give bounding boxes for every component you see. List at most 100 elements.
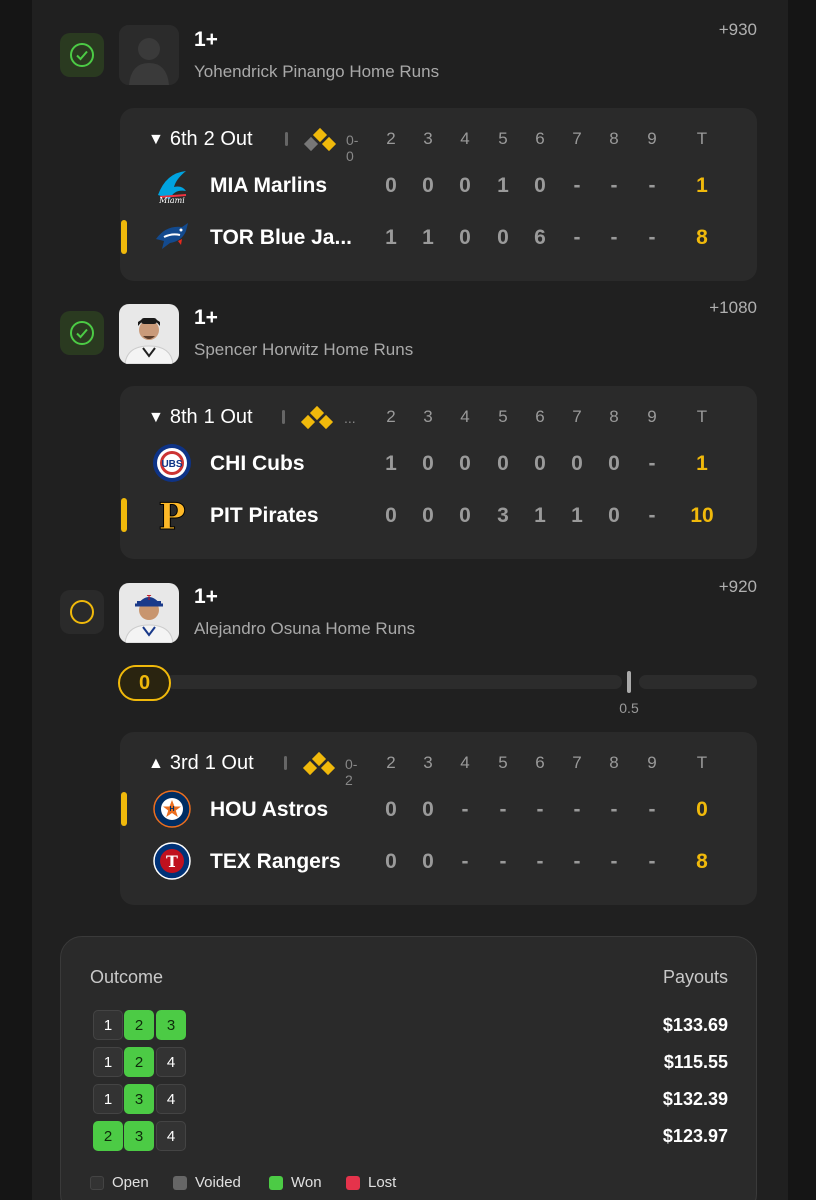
payout-summary-card: Outcome Payouts 1 2 3 $133.69 1 2 4 $115… bbox=[60, 936, 757, 1200]
bases-diamond-icon bbox=[300, 405, 334, 430]
team-total: 1 bbox=[696, 452, 708, 475]
won-status-badge bbox=[60, 311, 104, 355]
bases-diamond-icon bbox=[302, 751, 336, 776]
outs-label: 2 Out bbox=[203, 128, 253, 150]
inning-score: 1 bbox=[534, 504, 546, 527]
inning-score: 0 bbox=[422, 174, 434, 197]
legend-open-swatch bbox=[90, 1176, 104, 1190]
legend-won-label: Won bbox=[291, 1174, 322, 1191]
inning-score: 0 bbox=[608, 504, 620, 527]
pick-odds: +920 bbox=[718, 577, 757, 596]
outs-label: 1 Out bbox=[204, 752, 254, 774]
svg-text:H: H bbox=[169, 806, 174, 813]
team-name: MIA Marlins bbox=[210, 174, 328, 197]
inning-score: - bbox=[536, 850, 544, 873]
legend-won-swatch bbox=[269, 1176, 283, 1190]
inning-header: 2 bbox=[386, 407, 396, 426]
inning-score: - bbox=[499, 850, 507, 873]
legend-voided-swatch bbox=[173, 1176, 187, 1190]
inning-label: 8th bbox=[169, 406, 198, 428]
game-scoreboard-card[interactable]: ▼ 6th 2 Out 0-0 2 3 4 5 6 7 8 9 T Miami … bbox=[120, 108, 757, 281]
inning-label: 6th bbox=[169, 128, 198, 150]
pirates-logo-icon: P bbox=[152, 495, 192, 536]
outcome-leg-won: 3 bbox=[156, 1010, 186, 1040]
player-photo-icon bbox=[119, 304, 179, 364]
divider bbox=[284, 756, 287, 770]
inning-score: 0 bbox=[534, 452, 546, 475]
svg-text:T: T bbox=[147, 595, 152, 602]
inning-header: 6 bbox=[535, 129, 545, 148]
inning-score: 0 bbox=[422, 452, 434, 475]
team-total: 0 bbox=[696, 798, 708, 821]
outcome-leg-won: 2 bbox=[124, 1010, 154, 1040]
inning-score: - bbox=[648, 452, 656, 475]
inning-score: 0 bbox=[422, 504, 434, 527]
person-silhouette-icon bbox=[119, 25, 179, 85]
outcome-leg-won: 2 bbox=[124, 1047, 154, 1077]
payouts-header: Payouts bbox=[662, 967, 728, 987]
outcome-leg-open: 4 bbox=[156, 1084, 186, 1114]
svg-text:UBS: UBS bbox=[161, 459, 182, 470]
inning-header: 6 bbox=[535, 407, 545, 426]
pick-line: 1+ bbox=[194, 585, 218, 608]
inning-score: - bbox=[610, 798, 618, 821]
inning-header: 6 bbox=[535, 753, 545, 772]
legend-lost-swatch bbox=[346, 1176, 360, 1190]
inning-score: - bbox=[461, 850, 469, 873]
inning-score: 1 bbox=[571, 504, 583, 527]
inning-score: 0 bbox=[385, 798, 397, 821]
inning-score: 0 bbox=[385, 174, 397, 197]
team-total: 8 bbox=[696, 850, 708, 873]
inning-score: 0 bbox=[422, 798, 434, 821]
inning-score: 0 bbox=[571, 452, 583, 475]
inning-header: 2 bbox=[386, 129, 396, 148]
inning-header: 7 bbox=[572, 129, 582, 148]
team-name: TEX Rangers bbox=[210, 850, 341, 873]
game-scoreboard-card[interactable]: ▲ 3rd 1 Out 0-2 2 3 4 5 6 7 8 9 T H HOU … bbox=[120, 732, 757, 905]
inning-score: - bbox=[610, 850, 618, 873]
inning-score: - bbox=[610, 226, 618, 249]
player-avatar bbox=[119, 25, 179, 85]
inning-score: 1 bbox=[422, 226, 434, 249]
svg-text:P: P bbox=[158, 496, 185, 535]
team-total: 8 bbox=[696, 226, 708, 249]
outcome-leg-open: 4 bbox=[156, 1047, 186, 1077]
open-circle-icon bbox=[70, 600, 94, 624]
payout-amount: $123.97 bbox=[662, 1126, 728, 1146]
inning-score: 0 bbox=[385, 850, 397, 873]
payout-amount: $132.39 bbox=[662, 1089, 728, 1109]
inning-score: 0 bbox=[497, 226, 509, 249]
inning-header: 9 bbox=[647, 129, 657, 148]
inning-score: - bbox=[499, 798, 507, 821]
inning-score: 0 bbox=[459, 174, 471, 197]
count-label: 0-2 bbox=[345, 756, 358, 788]
pick-line: 1+ bbox=[194, 306, 218, 329]
inning-score: - bbox=[648, 174, 656, 197]
inning-score: 0 bbox=[497, 452, 509, 475]
outcome-leg-won: 2 bbox=[93, 1121, 123, 1151]
inning-score: 0 bbox=[459, 226, 471, 249]
team-name: HOU Astros bbox=[210, 798, 329, 821]
inning-score: 1 bbox=[385, 226, 397, 249]
astros-logo-icon: H bbox=[152, 789, 192, 829]
inning-score: - bbox=[573, 850, 581, 873]
inning-score: - bbox=[648, 850, 656, 873]
rangers-logo-icon: T bbox=[152, 841, 192, 881]
inning-header: 8 bbox=[609, 753, 619, 772]
progress-current-value: 0 bbox=[118, 665, 171, 701]
team-name: CHI Cubs bbox=[210, 452, 305, 475]
check-circle-icon bbox=[70, 321, 94, 345]
team-name: PIT Pirates bbox=[210, 504, 319, 527]
team-total: 10 bbox=[690, 504, 714, 527]
inning-status: ▼ 8th 1 Out bbox=[148, 406, 253, 429]
game-scoreboard-card[interactable]: ▼ 8th 1 Out ... 2 3 4 5 6 7 8 9 T UBS CH… bbox=[120, 386, 757, 559]
inning-score: - bbox=[610, 174, 618, 197]
inning-half-icon: ▼ bbox=[148, 130, 164, 148]
inning-header: 4 bbox=[460, 129, 470, 148]
inning-header: 5 bbox=[498, 129, 508, 148]
at-bat-indicator bbox=[121, 220, 127, 254]
at-bat-indicator bbox=[121, 792, 127, 826]
divider bbox=[282, 410, 285, 424]
outcome-leg-won: 3 bbox=[124, 1121, 154, 1151]
inning-score: - bbox=[573, 174, 581, 197]
